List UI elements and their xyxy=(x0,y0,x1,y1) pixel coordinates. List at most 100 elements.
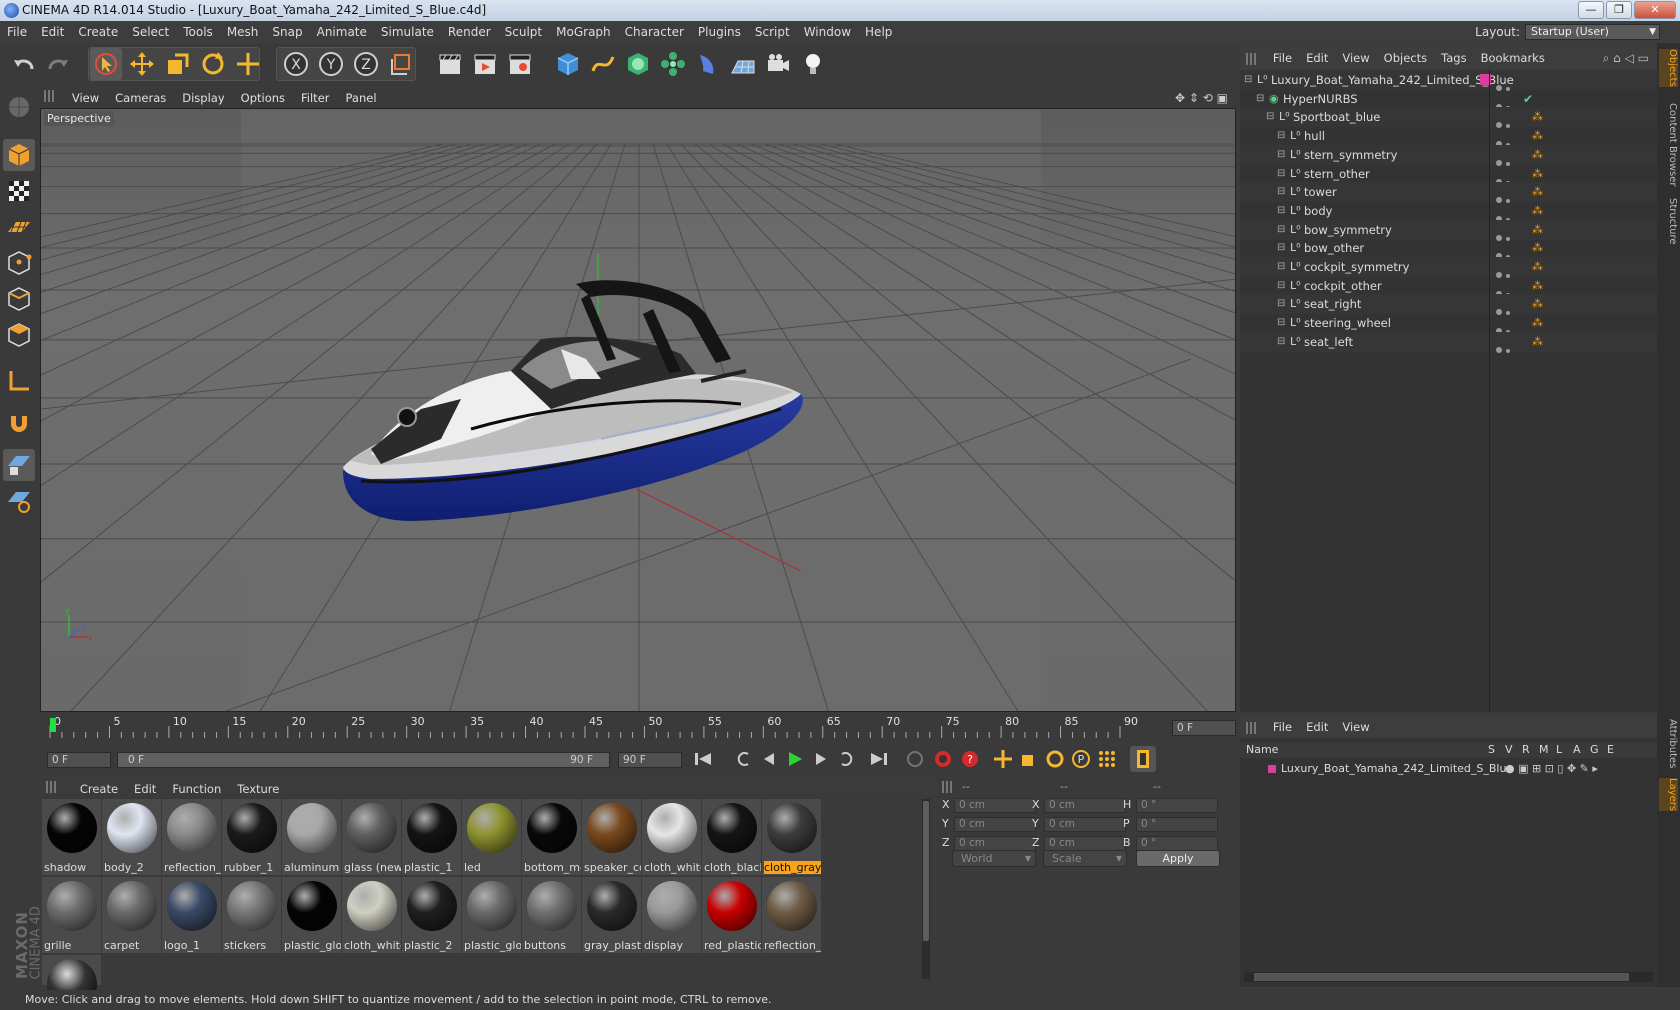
material-cloth-white[interactable]: cloth_white xyxy=(342,877,401,953)
checkmark-icon[interactable]: ✔ xyxy=(1523,89,1533,109)
polygons-mode-button[interactable] xyxy=(3,319,35,351)
material-tags-icon[interactable]: ⁂ xyxy=(1532,313,1543,333)
previous-key-button[interactable] xyxy=(730,746,756,772)
object-menu-tags[interactable]: Tags xyxy=(1434,47,1473,70)
points-mode-button[interactable] xyxy=(3,247,35,279)
layer-hscrollbar[interactable] xyxy=(1244,972,1653,982)
menu-mograph[interactable]: MoGraph xyxy=(549,21,618,43)
viewport-menu-display[interactable]: Display xyxy=(174,88,232,108)
coord-value-field[interactable]: 0 cm xyxy=(1044,798,1126,813)
texture-mode-button[interactable] xyxy=(3,175,35,207)
viewport-menu-cameras[interactable]: Cameras xyxy=(107,88,174,108)
menu-animate[interactable]: Animate xyxy=(310,21,374,43)
material-plastic-1[interactable]: plastic_1 xyxy=(402,799,461,875)
layer-menu-edit[interactable]: Edit xyxy=(1299,716,1335,738)
material-glass-new-[interactable]: glass (new) xyxy=(342,799,401,875)
expand-icon[interactable]: ⊟ xyxy=(1277,294,1285,314)
menu-tools[interactable]: Tools xyxy=(176,21,220,43)
timeline-layout-button[interactable] xyxy=(1130,746,1156,772)
object-row-seat_left[interactable]: ⊟ L⁰ seat_left ⁂ xyxy=(1240,331,1657,353)
menu-create[interactable]: Create xyxy=(71,21,125,43)
object-menu-view[interactable]: View xyxy=(1335,47,1376,70)
viewport-nav-icons[interactable]: ✥ ⇕ ⟲ ▣ xyxy=(1175,88,1228,108)
material-gray-plasti[interactable]: gray_plasti xyxy=(582,877,641,953)
z-axis-lock-button[interactable]: Z xyxy=(350,48,382,80)
material-grille[interactable]: grille xyxy=(42,877,101,953)
end-frame-field[interactable]: 90 F xyxy=(618,752,682,768)
layer-col-e[interactable]: E xyxy=(1607,742,1614,758)
material-logo-1[interactable]: logo_1 xyxy=(162,877,221,953)
expand-icon[interactable]: ⊟ xyxy=(1277,220,1285,240)
material-plastic-glo[interactable]: plastic_glo xyxy=(462,877,521,953)
coord-value-field[interactable]: 0 cm xyxy=(1044,817,1126,832)
coord-value-field[interactable]: 0 cm xyxy=(954,836,1036,851)
menu-select[interactable]: Select xyxy=(125,21,176,43)
key-rotation-button[interactable] xyxy=(1042,746,1068,772)
material-reflection-1[interactable]: reflection_1 xyxy=(162,799,221,875)
material-carpet[interactable]: carpet xyxy=(102,877,161,953)
expand-icon[interactable]: ⊟ xyxy=(1277,276,1285,296)
material-display[interactable]: display xyxy=(642,877,701,953)
viewport-menu-view[interactable]: View xyxy=(64,88,107,108)
menu-edit[interactable]: Edit xyxy=(34,21,71,43)
material-reflection-2[interactable]: reflection_2 xyxy=(762,877,821,953)
start-frame-field[interactable]: 0 F xyxy=(47,752,111,768)
coord-value-field[interactable]: 0 ° xyxy=(1136,836,1218,851)
coord-value-field[interactable]: 0 ° xyxy=(1136,817,1218,832)
viewport-menu-options[interactable]: Options xyxy=(233,88,293,108)
key-scale-button[interactable] xyxy=(1016,746,1042,772)
frame-range-slider[interactable]: 0 F 90 F xyxy=(117,752,610,768)
material-tags-icon[interactable]: ⁂ xyxy=(1532,201,1543,221)
add-deformer-button[interactable] xyxy=(692,48,724,80)
object-row-cockpit_symmetry[interactable]: ⊟ L⁰ cockpit_symmetry ⁂ xyxy=(1240,257,1657,278)
next-frame-button[interactable] xyxy=(808,746,834,772)
menu-plugins[interactable]: Plugins xyxy=(691,21,748,43)
workplane-rotate-button[interactable] xyxy=(3,485,35,517)
apply-button[interactable]: Apply xyxy=(1136,850,1220,867)
layer-col-m[interactable]: M xyxy=(1539,742,1549,758)
object-menu-file[interactable]: File xyxy=(1266,47,1299,70)
material-tags-icon[interactable]: ⁂ xyxy=(1532,294,1543,314)
play-button[interactable] xyxy=(782,746,808,772)
scrollbar-thumb[interactable] xyxy=(1254,973,1629,981)
menu-mesh[interactable]: Mesh xyxy=(220,21,266,43)
previous-frame-button[interactable] xyxy=(756,746,782,772)
render-view-button[interactable] xyxy=(434,48,466,80)
material-partial[interactable] xyxy=(42,955,101,1009)
scale-tool-button[interactable] xyxy=(162,48,194,80)
expand-icon[interactable]: ⊟ xyxy=(1256,89,1264,109)
material-plastic-2[interactable]: plastic_2 xyxy=(402,877,461,953)
object-row-luxury_boat_yamaha_242_limited_s_blue[interactable]: ⊟ L⁰ Luxury_Boat_Yamaha_242_Limited_S_Blue xyxy=(1240,70,1657,91)
minimize-button[interactable]: — xyxy=(1578,1,1604,19)
live-selection-button[interactable] xyxy=(90,48,122,80)
close-button[interactable]: ✕ xyxy=(1634,1,1676,19)
tab-objects[interactable]: Objects xyxy=(1659,49,1678,87)
add-light-button[interactable] xyxy=(797,48,829,80)
material-tags-icon[interactable]: ⁂ xyxy=(1532,107,1543,127)
visibility-dots[interactable] xyxy=(1496,339,1510,359)
tab-structure[interactable]: Structure xyxy=(1659,198,1678,245)
coordinate-space-select[interactable]: World ▼ xyxy=(952,850,1036,867)
expand-icon[interactable]: ⊟ xyxy=(1277,238,1285,258)
add-nurbs-button[interactable] xyxy=(622,48,654,80)
transform-tool-button[interactable] xyxy=(232,48,264,80)
object-row-tower[interactable]: ⊟ L⁰ tower ⁂ xyxy=(1240,182,1657,204)
go-to-end-button[interactable] xyxy=(866,746,892,772)
axis-mode-button[interactable] xyxy=(3,365,35,397)
workplane-mode-button[interactable] xyxy=(3,211,35,243)
object-menu-bookmarks[interactable]: Bookmarks xyxy=(1474,47,1552,70)
size-mode-select[interactable]: Scale ▼ xyxy=(1043,850,1127,867)
y-axis-lock-button[interactable]: Y xyxy=(315,48,347,80)
material-rubber-1[interactable]: rubber_1 xyxy=(222,799,281,875)
expand-icon[interactable]: ⊟ xyxy=(1277,182,1285,202)
autokey-button[interactable] xyxy=(930,746,956,772)
render-picture-viewer-button[interactable] xyxy=(469,48,501,80)
key-parameter-button[interactable]: P xyxy=(1068,746,1094,772)
x-axis-lock-button[interactable]: X xyxy=(280,48,312,80)
make-editable-button[interactable] xyxy=(3,91,35,123)
add-floor-button[interactable] xyxy=(727,48,759,80)
object-row-stern_symmetry[interactable]: ⊟ L⁰ stern_symmetry ⁂ xyxy=(1240,144,1657,166)
material-cloth-gray[interactable]: cloth_gray xyxy=(762,799,821,875)
layer-row[interactable]: Luxury_Boat_Yamaha_242_Limited_S_Blue ● … xyxy=(1240,760,1657,778)
record-keys-button[interactable] xyxy=(902,746,928,772)
